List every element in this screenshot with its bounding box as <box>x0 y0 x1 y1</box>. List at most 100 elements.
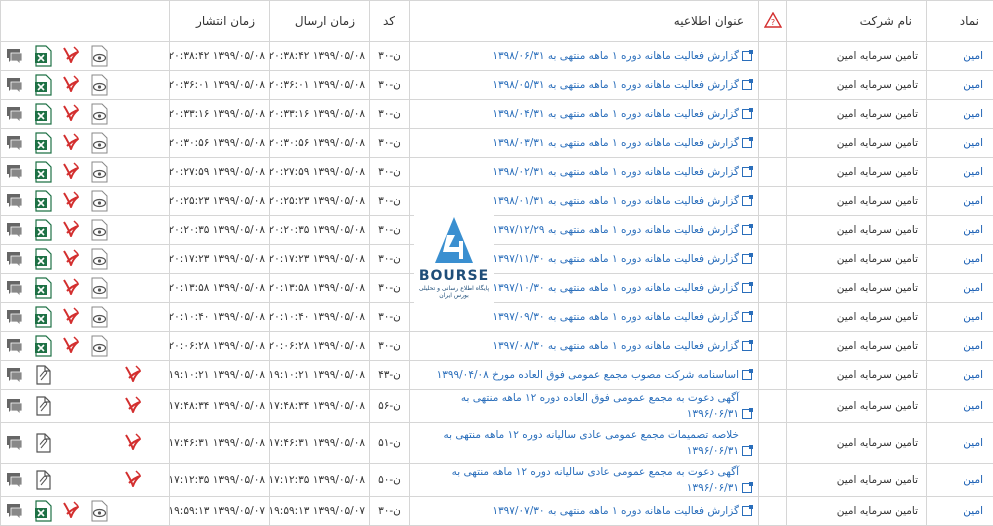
announcement-title-link[interactable]: گزارش فعالیت ماهانه دوره ۱ ماهه منتهی به… <box>492 280 739 296</box>
excel-icon[interactable] <box>33 248 53 270</box>
comment-icon[interactable] <box>5 395 25 417</box>
table-row[interactable]: امینتامین سرمایه امینآگهی دعوت به مجمع ع… <box>1 464 993 497</box>
view-icon[interactable] <box>89 161 109 183</box>
announcement-title-link[interactable]: گزارش فعالیت ماهانه دوره ۱ ماهه منتهی به… <box>492 222 739 238</box>
excel-icon[interactable] <box>33 277 53 299</box>
symbol-cell[interactable]: امین <box>927 497 993 526</box>
pdf-icon[interactable] <box>61 248 81 270</box>
symbol-link[interactable]: امین <box>963 505 983 517</box>
pdf-icon[interactable] <box>123 432 143 454</box>
excel-icon[interactable] <box>33 335 53 357</box>
excel-icon[interactable] <box>33 190 53 212</box>
view-icon[interactable] <box>89 219 109 241</box>
announcement-title-link[interactable]: گزارش فعالیت ماهانه دوره ۱ ماهه منتهی به… <box>492 106 739 122</box>
header-sent-time[interactable]: زمان ارسال <box>270 1 370 42</box>
announcement-title-link[interactable]: گزارش فعالیت ماهانه دوره ۱ ماهه منتهی به… <box>492 135 739 151</box>
table-row[interactable]: امینتامین سرمایه امینگزارش فعالیت ماهانه… <box>1 129 993 158</box>
announcement-title-link[interactable]: گزارش فعالیت ماهانه دوره ۱ ماهه منتهی به… <box>492 503 739 519</box>
view-icon[interactable] <box>89 132 109 154</box>
view-icon[interactable] <box>89 103 109 125</box>
symbol-cell[interactable]: امین <box>927 361 993 390</box>
excel-icon[interactable] <box>33 161 53 183</box>
symbol-link[interactable]: امین <box>963 282 983 294</box>
title-cell[interactable]: آگهی دعوت به مجمع عمومی عادی سالیانه دور… <box>410 464 759 497</box>
header-title[interactable]: عنوان اطلاعیه <box>410 1 759 42</box>
attachment-icon[interactable] <box>33 469 53 491</box>
comment-icon[interactable] <box>5 190 25 212</box>
pdf-icon[interactable] <box>61 132 81 154</box>
excel-icon[interactable] <box>33 132 53 154</box>
table-row[interactable]: امینتامین سرمایه امینگزارش فعالیت ماهانه… <box>1 42 993 71</box>
title-cell[interactable]: گزارش فعالیت ماهانه دوره ۱ ماهه منتهی به… <box>410 71 759 100</box>
view-icon[interactable] <box>89 277 109 299</box>
symbol-link[interactable]: امین <box>963 369 983 381</box>
announcement-title-link[interactable]: خلاصه تصمیمات مجمع عمومی عادی سالیانه دو… <box>410 427 740 459</box>
symbol-cell[interactable]: امین <box>927 274 993 303</box>
symbol-link[interactable]: امین <box>963 224 983 236</box>
comment-icon[interactable] <box>5 161 25 183</box>
symbol-cell[interactable]: امین <box>927 158 993 187</box>
header-company[interactable]: نام شرکت <box>787 1 927 42</box>
comment-icon[interactable] <box>5 132 25 154</box>
header-publish-time[interactable]: زمان انتشار <box>170 1 270 42</box>
symbol-cell[interactable]: امین <box>927 423 993 464</box>
table-row[interactable]: امینتامین سرمایه امینگزارش فعالیت ماهانه… <box>1 158 993 187</box>
excel-icon[interactable] <box>33 500 53 522</box>
symbol-link[interactable]: امین <box>963 474 983 486</box>
table-row[interactable]: امینتامین سرمایه امینگزارش فعالیت ماهانه… <box>1 71 993 100</box>
attachment-icon[interactable] <box>33 432 53 454</box>
table-row[interactable]: امینتامین سرمایه امینگزارش فعالیت ماهانه… <box>1 245 993 274</box>
excel-icon[interactable] <box>33 306 53 328</box>
title-cell[interactable]: گزارش فعالیت ماهانه دوره ۱ ماهه منتهی به… <box>410 497 759 526</box>
symbol-link[interactable]: امین <box>963 50 983 62</box>
title-cell[interactable]: اساسنامه شرکت مصوب مجمع عمومی فوق العاده… <box>410 361 759 390</box>
table-row[interactable]: امینتامین سرمایه امیناساسنامه شرکت مصوب … <box>1 361 993 390</box>
attachment-icon[interactable] <box>33 364 53 386</box>
symbol-link[interactable]: امین <box>963 253 983 265</box>
title-cell[interactable]: آگهی دعوت به مجمع عمومی فوق العاده دوره … <box>410 390 759 423</box>
pdf-icon[interactable] <box>61 103 81 125</box>
excel-icon[interactable] <box>33 74 53 96</box>
announcement-title-link[interactable]: گزارش فعالیت ماهانه دوره ۱ ماهه منتهی به… <box>492 164 739 180</box>
table-row[interactable]: امینتامین سرمایه امینآگهی دعوت به مجمع ع… <box>1 390 993 423</box>
title-cell[interactable]: خلاصه تصمیمات مجمع عمومی عادی سالیانه دو… <box>410 423 759 464</box>
pdf-icon[interactable] <box>61 219 81 241</box>
announcement-title-link[interactable]: گزارش فعالیت ماهانه دوره ۱ ماهه منتهی به… <box>492 193 739 209</box>
comment-icon[interactable] <box>5 364 25 386</box>
symbol-cell[interactable]: امین <box>927 71 993 100</box>
pdf-icon[interactable] <box>61 190 81 212</box>
comment-icon[interactable] <box>5 500 25 522</box>
view-icon[interactable] <box>89 500 109 522</box>
pdf-icon[interactable] <box>61 45 81 67</box>
announcement-title-link[interactable]: آگهی دعوت به مجمع عمومی فوق العاده دوره … <box>410 390 740 422</box>
symbol-cell[interactable]: امین <box>927 245 993 274</box>
table-row[interactable]: امینتامین سرمایه امینگزارش فعالیت ماهانه… <box>1 332 993 361</box>
view-icon[interactable] <box>89 248 109 270</box>
symbol-link[interactable]: امین <box>963 400 983 412</box>
pdf-icon[interactable] <box>61 74 81 96</box>
view-icon[interactable] <box>89 190 109 212</box>
symbol-link[interactable]: امین <box>963 311 983 323</box>
header-symbol[interactable]: نماد <box>927 1 993 42</box>
title-cell[interactable]: گزارش فعالیت ماهانه دوره ۱ ماهه منتهی به… <box>410 42 759 71</box>
header-code[interactable]: کد <box>370 1 410 42</box>
title-cell[interactable]: گزارش فعالیت ماهانه دوره ۱ ماهه منتهی به… <box>410 129 759 158</box>
table-row[interactable]: امینتامین سرمایه امینگزارش فعالیت ماهانه… <box>1 187 993 216</box>
symbol-link[interactable]: امین <box>963 108 983 120</box>
symbol-link[interactable]: امین <box>963 437 983 449</box>
symbol-link[interactable]: امین <box>963 340 983 352</box>
announcement-title-link[interactable]: گزارش فعالیت ماهانه دوره ۱ ماهه منتهی به… <box>492 338 739 354</box>
comment-icon[interactable] <box>5 248 25 270</box>
excel-icon[interactable] <box>33 219 53 241</box>
comment-icon[interactable] <box>5 335 25 357</box>
symbol-link[interactable]: امین <box>963 195 983 207</box>
announcement-title-link[interactable]: گزارش فعالیت ماهانه دوره ۱ ماهه منتهی به… <box>492 77 739 93</box>
symbol-link[interactable]: امین <box>963 166 983 178</box>
announcement-title-link[interactable]: اساسنامه شرکت مصوب مجمع عمومی فوق العاده… <box>437 367 739 383</box>
title-cell[interactable]: گزارش فعالیت ماهانه دوره ۱ ماهه منتهی به… <box>410 332 759 361</box>
title-cell[interactable]: گزارش فعالیت ماهانه دوره ۱ ماهه منتهی به… <box>410 100 759 129</box>
table-row[interactable]: امینتامین سرمایه امینگزارش فعالیت ماهانه… <box>1 216 993 245</box>
announcement-title-link[interactable]: گزارش فعالیت ماهانه دوره ۱ ماهه منتهی به… <box>492 48 739 64</box>
symbol-cell[interactable]: امین <box>927 390 993 423</box>
symbol-cell[interactable]: امین <box>927 216 993 245</box>
